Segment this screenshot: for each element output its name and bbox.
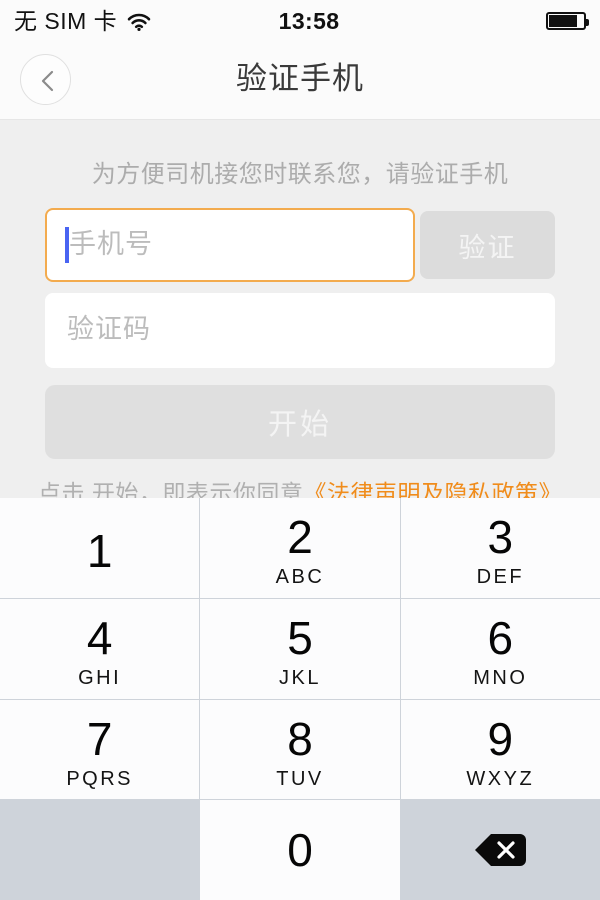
key-letters: JKL: [279, 667, 321, 690]
key-digit: 0: [287, 824, 313, 877]
key-9[interactable]: 9 WXYZ: [400, 699, 600, 800]
app-screen: 无 SIM 卡 13:58 验证手机 为方便司机接您时联系您，请验证手机 手机号…: [0, 0, 600, 900]
verification-code-placeholder: 验证码: [67, 314, 151, 344]
form-area: 为方便司机接您时联系您，请验证手机 手机号 验证 验证码 开始 点击 开始，即表…: [0, 121, 600, 498]
key-4[interactable]: 4 GHI: [0, 598, 200, 699]
key-letters: PQRS: [66, 767, 133, 790]
key-backspace[interactable]: [400, 800, 600, 900]
terms-link[interactable]: 《法律声明及隐私政策》: [303, 480, 562, 498]
key-2[interactable]: 2 ABC: [200, 498, 400, 598]
terms-prefix: 点击 开始，即表示你同意: [38, 480, 304, 498]
wifi-icon: [126, 12, 152, 32]
key-0[interactable]: 0: [200, 800, 400, 900]
key-letters: WXYZ: [466, 767, 535, 790]
battery-icon: [546, 12, 589, 30]
key-5[interactable]: 5 JKL: [200, 598, 400, 699]
key-digit: 1: [86, 524, 113, 577]
carrier-label: 无 SIM 卡: [14, 7, 118, 34]
key-letters: ABC: [275, 566, 325, 589]
phone-input[interactable]: 手机号: [45, 208, 415, 282]
start-button[interactable]: 开始: [45, 385, 555, 459]
page-title: 验证手机: [236, 61, 364, 96]
key-digit: 3: [487, 511, 514, 564]
key-digit: 2: [287, 511, 313, 564]
backspace-icon: [472, 830, 528, 870]
key-digit: 6: [487, 612, 514, 665]
key-letters: DEF: [476, 566, 525, 589]
key-digit: 5: [287, 612, 313, 665]
key-7[interactable]: 7 PQRS: [0, 699, 200, 800]
status-bar-right: [466, 12, 589, 30]
terms-notice: 点击 开始，即表示你同意《法律声明及隐私政策》: [0, 474, 600, 498]
instruction-text: 为方便司机接您时联系您，请验证手机: [91, 161, 509, 188]
key-1[interactable]: 1: [0, 498, 200, 598]
key-letters: GHI: [78, 667, 122, 690]
verification-code-input[interactable]: 验证码: [45, 293, 555, 368]
phone-input-placeholder: 手机号: [69, 228, 153, 259]
key-3[interactable]: 3 DEF: [400, 498, 600, 598]
key-digit: 7: [86, 712, 113, 765]
status-bar-left: 无 SIM 卡: [14, 7, 152, 34]
key-digit: 4: [86, 612, 113, 665]
key-digit: 9: [487, 712, 514, 765]
key-6[interactable]: 6 MNO: [400, 598, 600, 699]
status-bar: 无 SIM 卡 13:58: [0, 0, 600, 42]
status-bar-center: 13:58: [152, 8, 466, 35]
battery-fill: [549, 15, 578, 27]
phone-row: 手机号 验证: [45, 208, 555, 282]
numeric-keypad: 1 2 ABC 3 DEF 4 GHI 5 JKL 6 MNO 7 PQRS 8…: [0, 498, 600, 900]
key-blank: [0, 800, 200, 900]
clock-label: 13:58: [278, 7, 340, 34]
key-letters: TUV: [276, 767, 324, 790]
send-verify-code-button[interactable]: 验证: [420, 211, 555, 279]
key-digit: 8: [287, 712, 313, 765]
key-letters: MNO: [473, 667, 528, 690]
key-8[interactable]: 8 TUV: [200, 699, 400, 800]
nav-bar: 验证手机: [0, 42, 600, 120]
